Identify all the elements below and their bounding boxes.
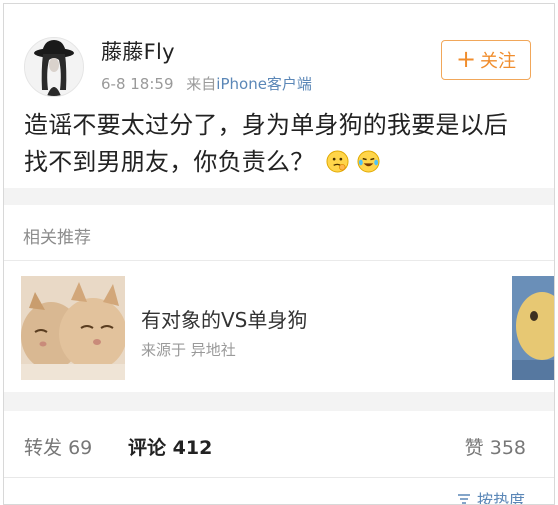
user-avatar[interactable] (24, 37, 84, 97)
related-card-title[interactable]: 有对象的VS单身狗 (141, 304, 307, 333)
post-body: 造谣不要太过分了，身为单身狗的我要是以后 找不到男朋友，你负责么？ (24, 107, 544, 181)
section-separator (4, 188, 554, 205)
interaction-tabs: 转发 69 评论 412 赞 358 (4, 411, 554, 477)
repost-count: 69 (68, 437, 93, 459)
like-label: 赞 (464, 437, 484, 459)
post-header: 藤藤Fly 6-8 18:59 来自iPhone客户端 + 关注 (4, 4, 554, 104)
next-related-card-thumbnail[interactable] (512, 276, 554, 380)
sort-by-hot-button[interactable]: 按热度 (457, 487, 526, 505)
follow-label: 关注 (480, 51, 517, 72)
source-link[interactable]: iPhone客户端 (216, 75, 312, 93)
divider (4, 477, 554, 478)
weibo-post-screen: 藤藤Fly 6-8 18:59 来自iPhone客户端 + 关注 造谣不要太过分… (3, 3, 555, 505)
comment-label: 评论 (128, 437, 167, 459)
tab-comment[interactable]: 评论 412 (128, 433, 212, 460)
post-text-line-1: 造谣不要太过分了，身为单身狗的我要是以后 (24, 111, 508, 139)
source-prefix: 来自 (186, 75, 217, 93)
section-separator (4, 392, 554, 411)
related-title: 相关推荐 (23, 228, 91, 248)
follow-button[interactable]: + 关注 (441, 40, 531, 80)
tab-like[interactable]: 赞 358 (465, 433, 526, 460)
comment-count: 412 (172, 437, 213, 459)
laughing-crying-emoji-icon (357, 147, 380, 173)
like-count: 358 (489, 437, 526, 459)
tab-repost[interactable]: 转发 69 (24, 433, 92, 460)
thinking-face-emoji-icon (326, 147, 349, 173)
post-text-line-2-wrap: 找不到男朋友，你负责么？ (24, 144, 544, 181)
post-meta: 6-8 18:59 来自iPhone客户端 (101, 73, 312, 94)
related-card-thumbnail[interactable] (21, 276, 125, 380)
repost-label: 转发 (24, 437, 63, 459)
post-date: 6-8 18:59 (101, 75, 174, 93)
sort-icon (457, 490, 471, 505)
divider (4, 260, 554, 261)
sort-label: 按热度 (477, 491, 526, 505)
plus-icon: + (455, 44, 477, 73)
related-card-source: 来源于 异地社 (141, 341, 236, 359)
username[interactable]: 藤藤Fly (101, 36, 175, 66)
post-text-line-2: 找不到男朋友，你负责么？ (24, 148, 315, 176)
